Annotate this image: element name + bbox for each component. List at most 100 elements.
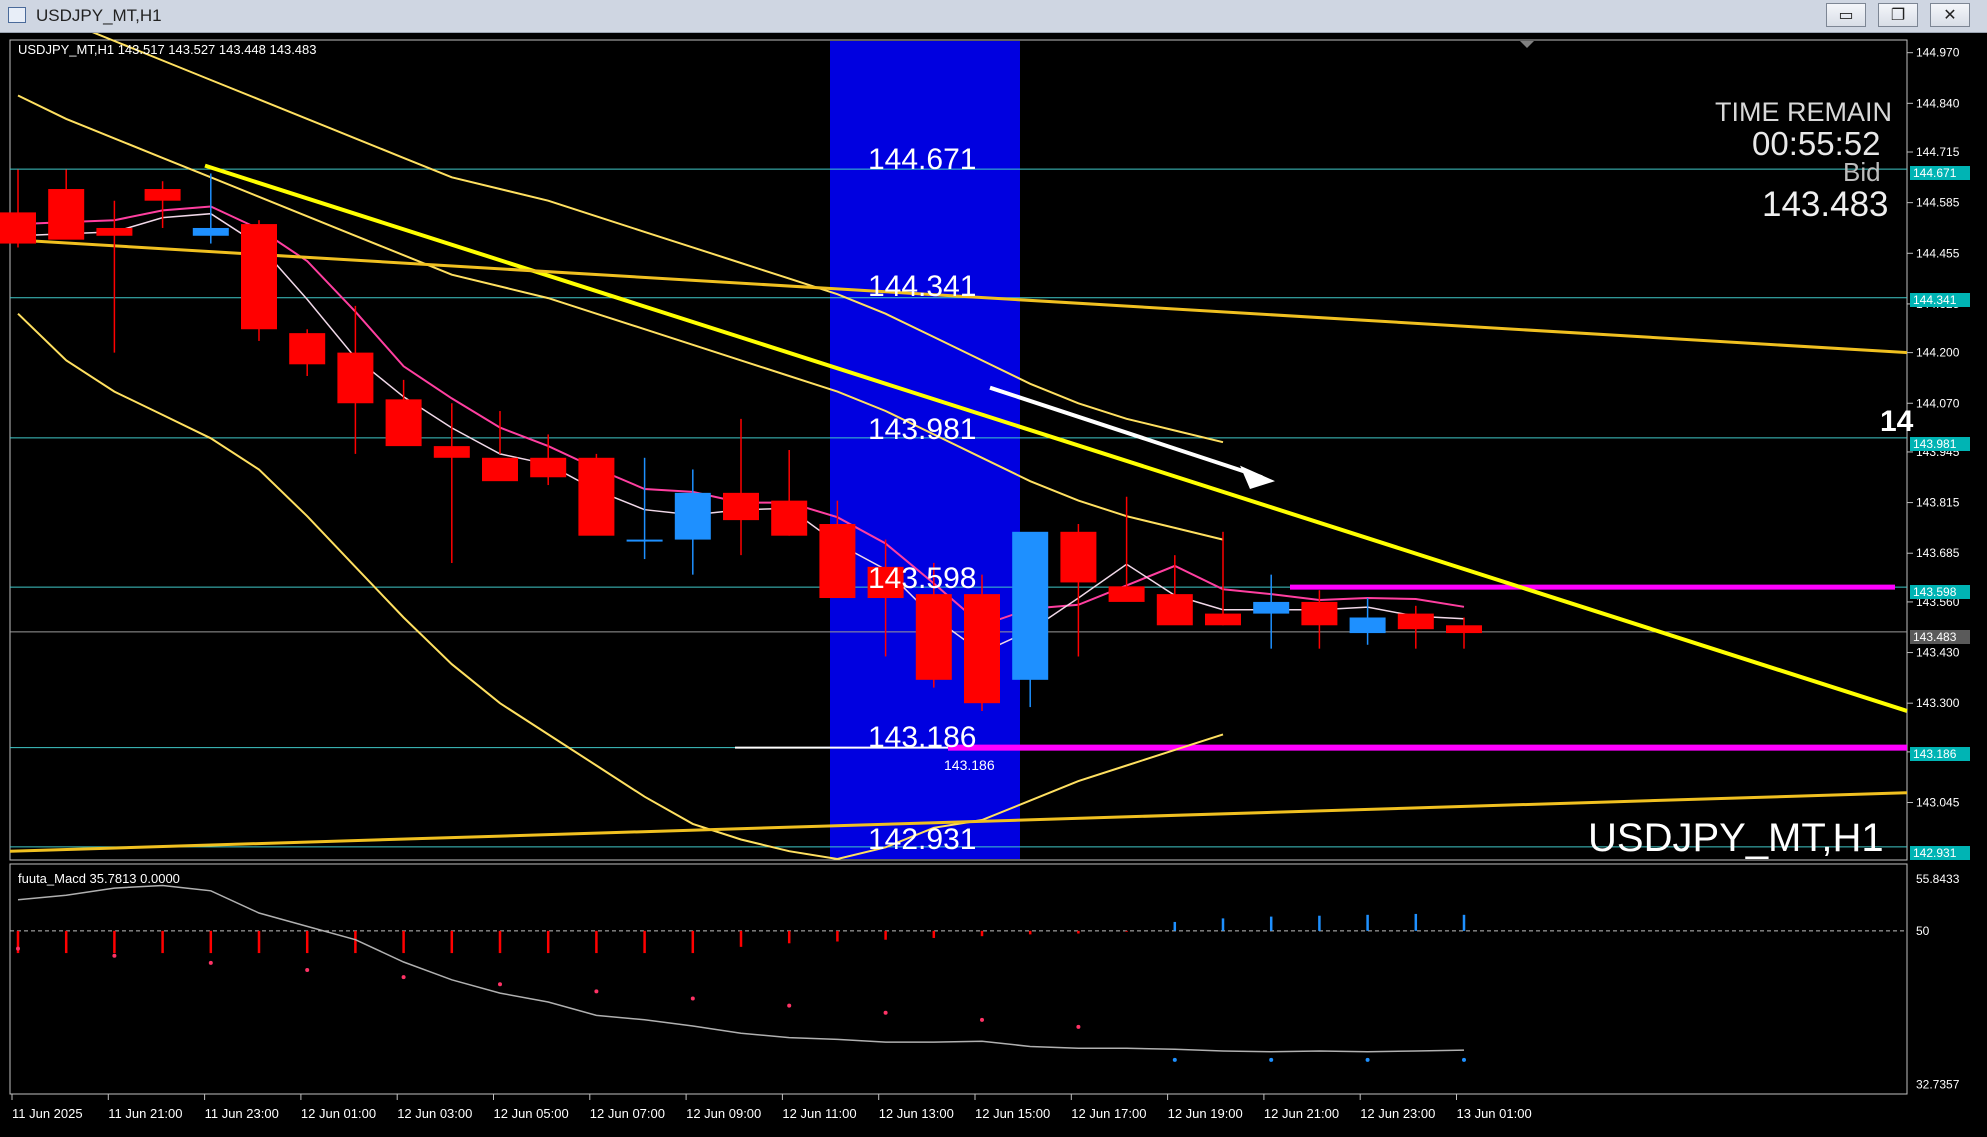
time-remain-label: TIME REMAIN xyxy=(1715,97,1893,127)
macd-dot xyxy=(883,1010,888,1015)
close-button[interactable]: ✕ xyxy=(1930,3,1970,27)
candle-body xyxy=(1060,531,1097,583)
candle-body xyxy=(1397,613,1434,630)
y-tick-label: 144.070 xyxy=(1916,396,1960,410)
macd-y-tick-label: 50 xyxy=(1916,924,1930,938)
y-tick-label: 143.685 xyxy=(1916,546,1960,560)
candle-body xyxy=(433,446,470,458)
price-box-144671: 144.671 xyxy=(1910,166,1970,180)
level-label-143186: 143.186 xyxy=(868,721,977,754)
macd-dot xyxy=(1269,1057,1274,1062)
macd-y-tick-label: 32.7357 xyxy=(1916,1077,1960,1091)
macd-dot xyxy=(1172,1057,1177,1062)
level-label-143598: 143.598 xyxy=(868,562,977,595)
y-tick-label: 144.200 xyxy=(1916,346,1960,360)
y-tick-label: 143.045 xyxy=(1916,796,1960,810)
x-tick-label: 12 Jun 13:00 xyxy=(879,1106,954,1121)
macd-dot xyxy=(401,975,406,980)
x-tick-label: 11 Jun 21:00 xyxy=(108,1106,182,1121)
price-box-144341: 144.341 xyxy=(1910,293,1970,307)
y-tick-label: 143.430 xyxy=(1916,646,1960,660)
macd-dot xyxy=(980,1017,984,1022)
macd-dot xyxy=(208,960,213,965)
macd-dot xyxy=(498,982,502,987)
y-tick-label: 143.300 xyxy=(1916,696,1960,710)
x-tick-label: 13 Jun 01:00 xyxy=(1457,1106,1532,1121)
macd-dot xyxy=(690,996,695,1001)
y-tick-label: 143.815 xyxy=(1916,496,1960,510)
candle-body xyxy=(289,333,326,365)
candle-body xyxy=(964,594,1000,704)
price-box-143981: 143.981 xyxy=(1910,437,1970,451)
cut-label: 14 xyxy=(1880,405,1914,438)
price-box-143186: 143.186 xyxy=(1910,747,1970,761)
x-tick-label: 12 Jun 07:00 xyxy=(590,1106,665,1121)
candle-body xyxy=(915,594,952,680)
x-tick-label: 12 Jun 17:00 xyxy=(1071,1106,1146,1121)
x-tick-label: 12 Jun 03:00 xyxy=(397,1106,472,1121)
candle-body xyxy=(1349,617,1386,634)
candle-body xyxy=(723,492,759,521)
x-tick-label: 12 Jun 05:00 xyxy=(494,1106,569,1121)
candle-body xyxy=(1301,601,1338,626)
level-label-143981: 143.981 xyxy=(868,413,977,446)
chart-window-icon xyxy=(8,7,26,23)
level-label-144671: 144.671 xyxy=(868,143,977,176)
candle-body xyxy=(1012,531,1049,680)
candle-body xyxy=(578,457,615,536)
candle-body xyxy=(626,539,663,542)
window-titlebar: USDJPY_MT,H1 ▭ ❐ ✕ xyxy=(0,0,1987,33)
candle-body xyxy=(819,524,856,599)
macd-plot-frame xyxy=(9,863,1908,1095)
level-label-144341: 144.341 xyxy=(868,270,977,303)
y-tick-label: 144.970 xyxy=(1916,46,1960,60)
restore-button[interactable]: ❐ xyxy=(1878,3,1918,27)
candle-body xyxy=(1446,625,1482,634)
y-tick-label: 144.455 xyxy=(1916,246,1960,260)
price-chart[interactable]: fuuta_Macd 35.7813 0.0000 144.970 144.840… xyxy=(0,33,1987,1137)
bid-value: 143.483 xyxy=(1762,185,1889,224)
candle-body xyxy=(1253,601,1290,614)
x-tick-label: 12 Jun 19:00 xyxy=(1168,1106,1243,1121)
x-tick-label: 11 Jun 2025 xyxy=(12,1106,83,1121)
chart-header: USDJPY_MT,H1 143.517 143.527 143.448 143… xyxy=(18,42,317,57)
candle-body xyxy=(385,399,422,447)
macd-dot xyxy=(1462,1057,1466,1062)
price-box-143598: 143.598 xyxy=(1910,585,1970,599)
candle-body xyxy=(48,189,85,240)
low-label-small: 143.186 xyxy=(944,757,995,773)
chart-window: fuuta_Macd 35.7813 0.0000 144.970 144.840… xyxy=(0,33,1987,1137)
x-tick-label: 12 Jun 09:00 xyxy=(686,1106,761,1121)
macd-dot xyxy=(787,1003,792,1008)
level-label-142931: 142.931 xyxy=(868,823,977,856)
macd-dot xyxy=(305,967,310,972)
candle-body xyxy=(530,457,567,478)
candle-body xyxy=(1205,613,1241,626)
macd-y-tick-label: 55.8433 xyxy=(1916,872,1960,886)
candle-body xyxy=(241,224,277,330)
price-box-142931: 142.931 xyxy=(1910,846,1970,860)
candle-body xyxy=(1156,594,1193,626)
chart-watermark: USDJPY_MT,H1 xyxy=(1588,816,1884,860)
candle-body xyxy=(144,189,181,201)
y-tick-label: 144.715 xyxy=(1916,145,1960,159)
macd-title: fuuta_Macd 35.7813 0.0000 xyxy=(18,871,180,886)
macd-dot xyxy=(16,946,20,951)
minimize-button[interactable]: ▭ xyxy=(1826,3,1866,27)
candle-body xyxy=(96,227,133,236)
candle-body xyxy=(337,352,374,404)
x-tick-label: 11 Jun 23:00 xyxy=(205,1106,279,1121)
candle-body xyxy=(482,457,518,482)
x-tick-label: 12 Jun 01:00 xyxy=(301,1106,376,1121)
y-tick-label: 144.585 xyxy=(1916,196,1960,210)
candle-body xyxy=(192,227,229,236)
bid-label: Bid xyxy=(1843,157,1881,187)
candle-body xyxy=(0,212,36,244)
macd-dot xyxy=(112,953,117,958)
x-tick-label: 12 Jun 23:00 xyxy=(1360,1106,1435,1121)
x-tick-label: 12 Jun 21:00 xyxy=(1264,1106,1339,1121)
candle-body xyxy=(674,492,711,540)
price-box-bid: 143.483 xyxy=(1910,630,1970,644)
macd-dot xyxy=(1076,1024,1081,1029)
x-tick-label: 12 Jun 15:00 xyxy=(975,1106,1050,1121)
